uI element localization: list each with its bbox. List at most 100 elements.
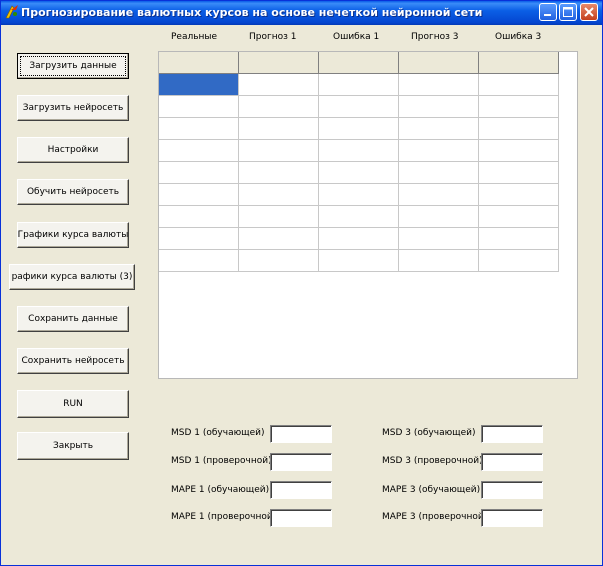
delphi-app-icon xyxy=(4,4,20,20)
table-row[interactable] xyxy=(159,205,559,228)
window-title: Прогнозирование валютных курсов на основ… xyxy=(21,6,483,19)
grid-cell[interactable] xyxy=(478,73,559,96)
grid-cell[interactable] xyxy=(238,205,319,228)
close-icon[interactable] xyxy=(580,3,598,21)
grid-cell[interactable] xyxy=(159,227,239,250)
column-header-real: Реальные xyxy=(171,32,218,42)
grid-cell[interactable] xyxy=(318,117,399,140)
column-header-error-3: Ошибка 3 xyxy=(495,32,542,42)
grid-cell[interactable] xyxy=(159,117,239,140)
grid-cell[interactable] xyxy=(398,205,479,228)
run-button[interactable]: RUN xyxy=(17,390,129,418)
grid-cell[interactable] xyxy=(238,227,319,250)
grid-cell[interactable] xyxy=(159,205,239,228)
grid-cell[interactable] xyxy=(398,227,479,250)
grid-cell[interactable] xyxy=(398,73,479,96)
currency-charts-3-button[interactable]: рафики курса валюты (3) xyxy=(9,264,135,290)
msd3-test-field[interactable] xyxy=(481,453,543,471)
grid-cell[interactable] xyxy=(159,52,239,74)
grid-cell[interactable] xyxy=(318,73,399,96)
table-row[interactable] xyxy=(159,139,559,162)
grid-cell[interactable] xyxy=(238,161,319,184)
main-window: Прогнозирование валютных курсов на основ… xyxy=(0,0,603,566)
grid-cell[interactable] xyxy=(238,73,319,96)
grid-cell[interactable] xyxy=(238,95,319,118)
grid-cell[interactable] xyxy=(478,95,559,118)
mape1-train-label: MAPE 1 (обучающей) xyxy=(171,485,270,495)
grid-cell[interactable] xyxy=(478,249,559,272)
load-data-button[interactable]: Загрузить данные xyxy=(17,53,129,79)
mape3-train-field[interactable] xyxy=(481,481,543,499)
table-row[interactable] xyxy=(159,183,559,206)
grid-cell[interactable] xyxy=(238,117,319,140)
msd1-train-label: MSD 1 (обучающей) xyxy=(171,428,265,438)
grid-cell[interactable] xyxy=(318,249,399,272)
grid-table[interactable] xyxy=(159,52,559,272)
grid-cell[interactable] xyxy=(398,95,479,118)
grid-cell[interactable] xyxy=(318,139,399,162)
minimize-icon[interactable] xyxy=(539,3,557,21)
table-row[interactable] xyxy=(159,249,559,272)
grid-cell[interactable] xyxy=(238,183,319,206)
grid-cell[interactable] xyxy=(159,95,239,118)
grid-cell[interactable] xyxy=(238,249,319,272)
save-data-button[interactable]: Сохранить данные xyxy=(17,306,129,332)
grid-cell[interactable] xyxy=(398,117,479,140)
mape1-train-field[interactable] xyxy=(270,481,332,499)
train-network-button[interactable]: Обучить нейросеть xyxy=(17,179,129,205)
grid-cell[interactable] xyxy=(478,227,559,250)
mape3-test-field[interactable] xyxy=(481,509,543,527)
grid-cell[interactable] xyxy=(478,205,559,228)
grid-cell[interactable] xyxy=(478,117,559,140)
grid-cell[interactable] xyxy=(478,161,559,184)
currency-charts-button[interactable]: Графики курса валюты xyxy=(17,222,129,248)
grid-cell[interactable] xyxy=(478,139,559,162)
grid-cell[interactable] xyxy=(398,183,479,206)
grid-cell[interactable] xyxy=(238,52,319,74)
settings-button[interactable]: Настройки xyxy=(17,137,129,163)
mape3-train-label: MAPE 3 (обучающей) xyxy=(382,485,481,495)
grid-cell[interactable] xyxy=(318,227,399,250)
grid-cell[interactable] xyxy=(238,139,319,162)
mape3-test-label: MAPE 3 (проверочной) xyxy=(382,512,488,522)
table-row[interactable] xyxy=(159,73,559,96)
msd1-test-label: MSD 1 (проверочной) xyxy=(171,456,272,466)
grid-cell[interactable] xyxy=(159,249,239,272)
msd1-train-field[interactable] xyxy=(270,425,332,443)
msd3-train-label: MSD 3 (обучающей) xyxy=(382,428,476,438)
grid-cell[interactable] xyxy=(318,183,399,206)
grid-cell[interactable] xyxy=(398,249,479,272)
save-network-button[interactable]: Сохранить нейросеть xyxy=(17,348,129,374)
column-header-error-1: Ошибка 1 xyxy=(333,32,380,42)
grid-cell[interactable] xyxy=(318,95,399,118)
grid-cell[interactable] xyxy=(159,183,239,206)
maximize-icon[interactable] xyxy=(559,3,577,21)
grid-cell[interactable] xyxy=(398,161,479,184)
close-button[interactable]: Закрыть xyxy=(17,432,129,460)
table-row[interactable] xyxy=(159,95,559,118)
msd1-test-field[interactable] xyxy=(270,453,332,471)
grid-cell[interactable] xyxy=(318,205,399,228)
table-row[interactable] xyxy=(159,161,559,184)
grid-cell[interactable] xyxy=(159,161,239,184)
grid-cell[interactable] xyxy=(398,139,479,162)
grid-cell[interactable] xyxy=(318,161,399,184)
grid-cell[interactable] xyxy=(478,183,559,206)
grid-cell[interactable] xyxy=(478,52,559,74)
msd3-train-field[interactable] xyxy=(481,425,543,443)
mape1-test-field[interactable] xyxy=(270,509,332,527)
column-header-forecast-3: Прогноз 3 xyxy=(411,32,459,42)
grid-fixed-row[interactable] xyxy=(159,52,559,74)
mape1-test-label: MAPE 1 (проверочной) xyxy=(171,512,277,522)
msd3-test-label: MSD 3 (проверочной) xyxy=(382,456,483,466)
data-grid[interactable] xyxy=(158,51,578,379)
table-row[interactable] xyxy=(159,227,559,250)
grid-cell[interactable] xyxy=(398,52,479,74)
grid-cell[interactable] xyxy=(318,52,399,74)
grid-cell[interactable] xyxy=(159,139,239,162)
title-bar[interactable]: Прогнозирование валютных курсов на основ… xyxy=(1,1,602,25)
table-row[interactable] xyxy=(159,117,559,140)
column-header-forecast-1: Прогноз 1 xyxy=(249,32,297,42)
load-network-button[interactable]: Загрузить нейросеть xyxy=(17,95,129,121)
grid-cell[interactable] xyxy=(159,73,239,96)
